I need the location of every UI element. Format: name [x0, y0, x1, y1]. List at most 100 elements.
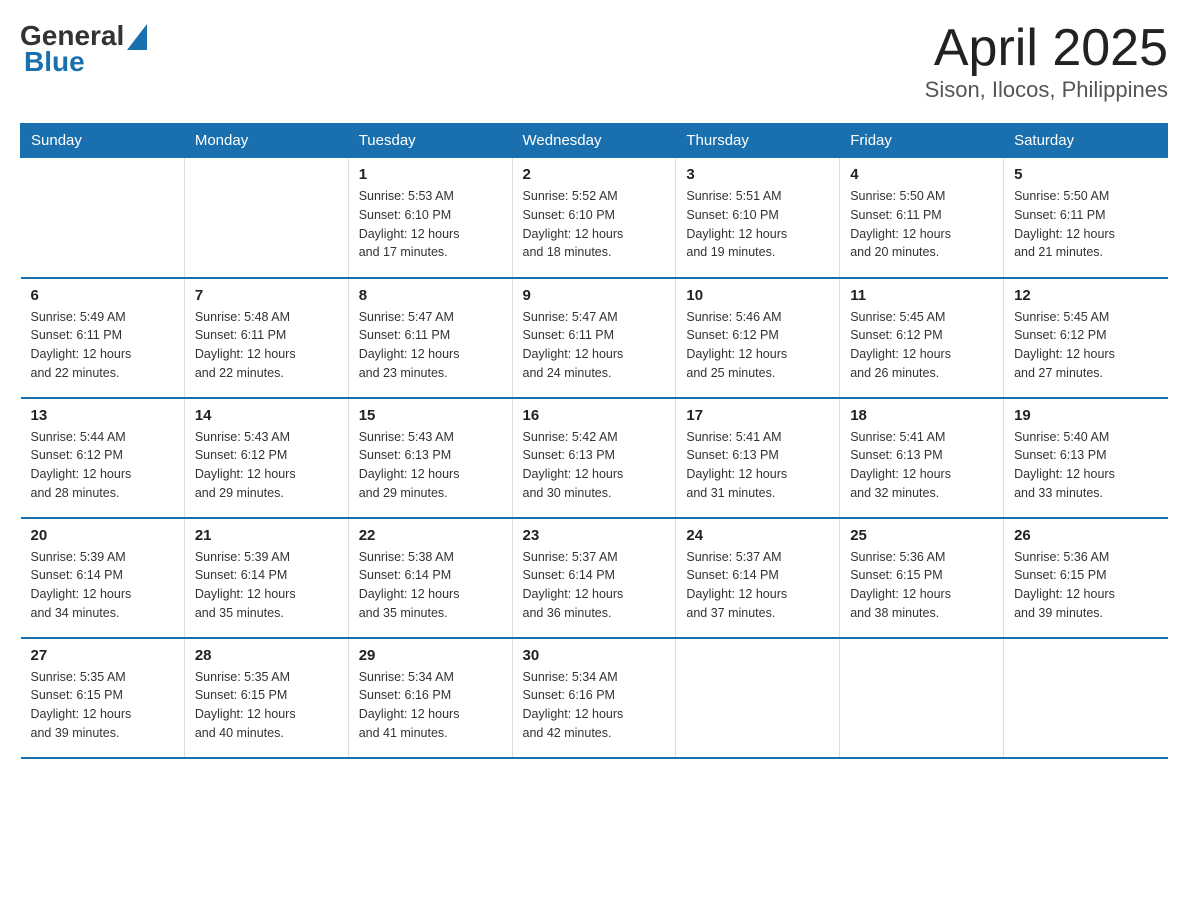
day-number: 1 — [359, 166, 502, 183]
day-cell: 12Sunrise: 5:45 AMSunset: 6:12 PMDayligh… — [1004, 278, 1168, 398]
day-info: Sunrise: 5:40 AMSunset: 6:13 PMDaylight:… — [1014, 428, 1157, 503]
header-cell-saturday: Saturday — [1004, 124, 1168, 158]
day-cell: 21 Sunrise: 5:39 AMSunset: 6:14 PMDayligh… — [184, 518, 348, 638]
day-info: Sunrise: 5:39 AMSunset: 6:14 PMDaylight:… — [195, 548, 338, 623]
day-cell: 16 Sunrise: 5:42 AMSunset: 6:13 PMDayligh… — [512, 398, 676, 518]
day-number: 3 — [686, 166, 829, 183]
calendar-header: SundayMondayTuesdayWednesdayThursdayFrid… — [21, 124, 1168, 158]
header-cell-friday: Friday — [840, 124, 1004, 158]
day-number: 7 — [195, 287, 338, 304]
day-info: Sunrise: 5:36 AMSunset: 6:15 PMDaylight:… — [850, 548, 993, 623]
day-cell: 25 Sunrise: 5:36 AMSunset: 6:15 PMDayligh… — [840, 518, 1004, 638]
day-info: Sunrise: 5:35 AMSunset: 6:15 PMDaylight:… — [195, 668, 338, 743]
day-number: 14 — [195, 407, 338, 424]
day-info: Sunrise: 5:36 AMSunset: 6:15 PMDaylight:… — [1014, 548, 1157, 623]
calendar-table: SundayMondayTuesdayWednesdayThursdayFrid… — [20, 123, 1168, 759]
day-number: 6 — [31, 287, 174, 304]
day-number: 10 — [686, 287, 829, 304]
day-cell — [840, 638, 1004, 758]
header-cell-sunday: Sunday — [21, 124, 185, 158]
day-number: 30 — [523, 647, 666, 664]
week-row-3: 13 Sunrise: 5:44 AMSunset: 6:12 PMDayligh… — [21, 398, 1168, 518]
day-cell: 9 Sunrise: 5:47 AMSunset: 6:11 PMDaylight… — [512, 278, 676, 398]
day-number: 25 — [850, 527, 993, 544]
day-number: 27 — [31, 647, 174, 664]
logo-triangle-icon — [127, 24, 147, 50]
day-number: 15 — [359, 407, 502, 424]
day-number: 4 — [850, 166, 993, 183]
day-cell: 7Sunrise: 5:48 AMSunset: 6:11 PMDaylight… — [184, 278, 348, 398]
day-cell: 17 Sunrise: 5:41 AMSunset: 6:13 PMDayligh… — [676, 398, 840, 518]
title-block: April 2025 Sison, Ilocos, Philippines — [925, 20, 1168, 103]
day-number: 5 — [1014, 166, 1157, 183]
day-info: Sunrise: 5:39 AMSunset: 6:14 PMDaylight:… — [31, 548, 174, 623]
day-info: Sunrise: 5:47 AMSunset: 6:11 PMDaylight:… — [523, 308, 666, 383]
page-header: General Blue April 2025 Sison, Ilocos, P… — [20, 20, 1168, 103]
day-info: Sunrise: 5:34 AMSunset: 6:16 PMDaylight:… — [523, 668, 666, 743]
day-cell: 8Sunrise: 5:47 AMSunset: 6:11 PMDaylight… — [348, 278, 512, 398]
day-number: 24 — [686, 527, 829, 544]
day-info: Sunrise: 5:50 AMSunset: 6:11 PMDaylight:… — [850, 187, 993, 262]
logo: General Blue — [20, 20, 147, 78]
day-info: Sunrise: 5:43 AMSunset: 6:13 PMDaylight:… — [359, 428, 502, 503]
day-info: Sunrise: 5:52 AMSunset: 6:10 PMDaylight:… — [523, 187, 666, 262]
day-cell — [1004, 638, 1168, 758]
day-number: 22 — [359, 527, 502, 544]
day-info: Sunrise: 5:34 AMSunset: 6:16 PMDaylight:… — [359, 668, 502, 743]
day-info: Sunrise: 5:35 AMSunset: 6:15 PMDaylight:… — [31, 668, 174, 743]
day-number: 13 — [31, 407, 174, 424]
day-cell: 1 Sunrise: 5:53 AMSunset: 6:10 PMDaylight… — [348, 158, 512, 278]
header-cell-thursday: Thursday — [676, 124, 840, 158]
day-number: 2 — [523, 166, 666, 183]
day-info: Sunrise: 5:43 AMSunset: 6:12 PMDaylight:… — [195, 428, 338, 503]
day-info: Sunrise: 5:53 AMSunset: 6:10 PMDaylight:… — [359, 187, 502, 262]
day-cell: 20 Sunrise: 5:39 AMSunset: 6:14 PMDayligh… — [21, 518, 185, 638]
day-cell: 13 Sunrise: 5:44 AMSunset: 6:12 PMDayligh… — [21, 398, 185, 518]
day-cell: 23 Sunrise: 5:37 AMSunset: 6:14 PMDayligh… — [512, 518, 676, 638]
day-cell — [676, 638, 840, 758]
header-cell-tuesday: Tuesday — [348, 124, 512, 158]
day-info: Sunrise: 5:41 AMSunset: 6:13 PMDaylight:… — [850, 428, 993, 503]
day-cell: 26 Sunrise: 5:36 AMSunset: 6:15 PMDayligh… — [1004, 518, 1168, 638]
day-number: 11 — [850, 287, 993, 304]
day-number: 16 — [523, 407, 666, 424]
day-info: Sunrise: 5:49 AMSunset: 6:11 PMDaylight:… — [31, 308, 174, 383]
day-cell: 24Sunrise: 5:37 AMSunset: 6:14 PMDayligh… — [676, 518, 840, 638]
day-number: 20 — [31, 527, 174, 544]
calendar-body: 1 Sunrise: 5:53 AMSunset: 6:10 PMDaylight… — [21, 158, 1168, 758]
day-cell: 30 Sunrise: 5:34 AMSunset: 6:16 PMDayligh… — [512, 638, 676, 758]
day-info: Sunrise: 5:44 AMSunset: 6:12 PMDaylight:… — [31, 428, 174, 503]
day-cell: 14 Sunrise: 5:43 AMSunset: 6:12 PMDayligh… — [184, 398, 348, 518]
day-cell: 5 Sunrise: 5:50 AMSunset: 6:11 PMDaylight… — [1004, 158, 1168, 278]
day-number: 21 — [195, 527, 338, 544]
day-number: 29 — [359, 647, 502, 664]
day-number: 28 — [195, 647, 338, 664]
day-info: Sunrise: 5:42 AMSunset: 6:13 PMDaylight:… — [523, 428, 666, 503]
page-subtitle: Sison, Ilocos, Philippines — [925, 77, 1168, 103]
day-cell: 18Sunrise: 5:41 AMSunset: 6:13 PMDayligh… — [840, 398, 1004, 518]
day-cell: 10 Sunrise: 5:46 AMSunset: 6:12 PMDayligh… — [676, 278, 840, 398]
day-cell: 19Sunrise: 5:40 AMSunset: 6:13 PMDayligh… — [1004, 398, 1168, 518]
day-cell: 3 Sunrise: 5:51 AMSunset: 6:10 PMDaylight… — [676, 158, 840, 278]
day-number: 9 — [523, 287, 666, 304]
header-cell-monday: Monday — [184, 124, 348, 158]
day-info: Sunrise: 5:38 AMSunset: 6:14 PMDaylight:… — [359, 548, 502, 623]
day-info: Sunrise: 5:51 AMSunset: 6:10 PMDaylight:… — [686, 187, 829, 262]
day-number: 17 — [686, 407, 829, 424]
day-info: Sunrise: 5:46 AMSunset: 6:12 PMDaylight:… — [686, 308, 829, 383]
day-cell: 11Sunrise: 5:45 AMSunset: 6:12 PMDayligh… — [840, 278, 1004, 398]
day-number: 23 — [523, 527, 666, 544]
day-info: Sunrise: 5:37 AMSunset: 6:14 PMDaylight:… — [523, 548, 666, 623]
day-info: Sunrise: 5:50 AMSunset: 6:11 PMDaylight:… — [1014, 187, 1157, 262]
day-number: 26 — [1014, 527, 1157, 544]
week-row-2: 6 Sunrise: 5:49 AMSunset: 6:11 PMDaylight… — [21, 278, 1168, 398]
day-cell: 6 Sunrise: 5:49 AMSunset: 6:11 PMDaylight… — [21, 278, 185, 398]
day-info: Sunrise: 5:41 AMSunset: 6:13 PMDaylight:… — [686, 428, 829, 503]
day-cell: 28 Sunrise: 5:35 AMSunset: 6:15 PMDayligh… — [184, 638, 348, 758]
day-cell: 2 Sunrise: 5:52 AMSunset: 6:10 PMDaylight… — [512, 158, 676, 278]
week-row-4: 20 Sunrise: 5:39 AMSunset: 6:14 PMDayligh… — [21, 518, 1168, 638]
day-cell: 27 Sunrise: 5:35 AMSunset: 6:15 PMDayligh… — [21, 638, 185, 758]
day-cell — [21, 158, 185, 278]
header-row: SundayMondayTuesdayWednesdayThursdayFrid… — [21, 124, 1168, 158]
header-cell-wednesday: Wednesday — [512, 124, 676, 158]
